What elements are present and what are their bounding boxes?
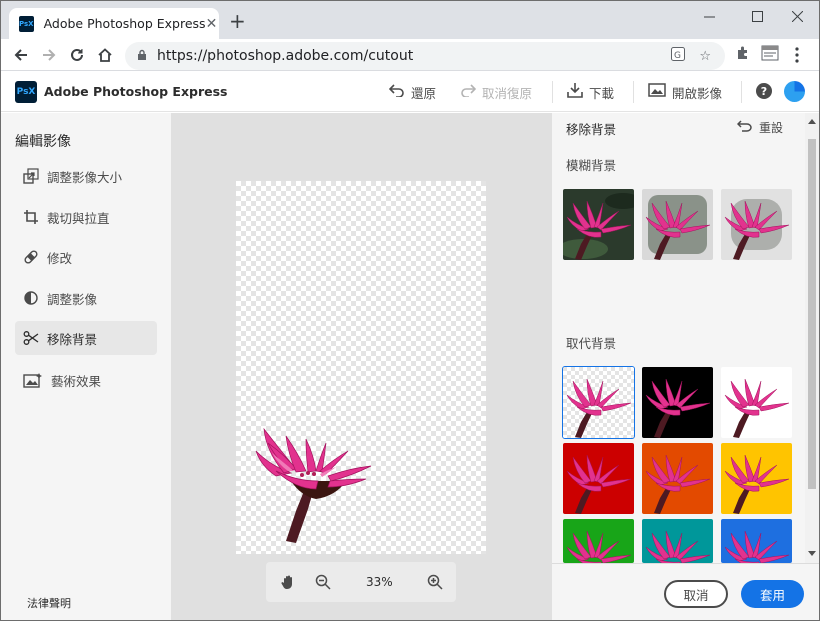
scroll-up-icon[interactable] — [808, 119, 816, 124]
tab-close-icon[interactable]: ✕ — [206, 16, 218, 32]
download-label: 下載 — [589, 85, 615, 101]
divider — [633, 81, 634, 103]
lock-icon — [137, 49, 147, 64]
profile-extension-icon[interactable] — [761, 45, 779, 65]
zoom-level: 33% — [366, 575, 393, 589]
url-text: https://photoshop.adobe.com/cutout — [157, 48, 414, 64]
reset-button[interactable]: 重設 — [736, 119, 784, 136]
sidebar-item-label: 裁切與拉直 — [47, 210, 110, 226]
sidebar-item-resize[interactable]: 調整影像大小 — [15, 159, 157, 193]
divider — [741, 81, 742, 103]
replace-option-000000[interactable] — [642, 367, 713, 438]
cancel-button[interactable]: 取消 — [664, 580, 728, 608]
divider — [552, 81, 553, 103]
edit-sidebar: 編輯影像 調整影像大小 裁切與拉直 修改 調整影像 移除背景 藝術效果 法律聲明 — [1, 113, 171, 620]
sidebar-item-remove-background[interactable]: 移除背景 — [15, 321, 157, 355]
zoom-in-icon[interactable] — [427, 574, 443, 594]
replace-option-cc0000[interactable] — [563, 443, 634, 514]
avatar[interactable] — [784, 81, 805, 102]
browser-tab[interactable]: PsX Adobe Photoshop Express ✕ — [9, 8, 219, 39]
zoom-out-icon[interactable] — [315, 574, 331, 594]
blur-option-dark-photo[interactable] — [563, 189, 634, 260]
reload-icon[interactable] — [65, 43, 89, 67]
replace-option-transparent[interactable] — [562, 366, 635, 439]
sidebar-item-adjust[interactable]: 調整影像 — [15, 281, 157, 315]
sidebar-item-label: 調整影像大小 — [47, 169, 123, 185]
art-effects-icon — [23, 372, 43, 388]
tab-strip: PsX Adobe Photoshop Express ✕ + — [1, 1, 819, 39]
transparent-canvas[interactable] — [236, 181, 486, 554]
image-icon — [648, 83, 666, 101]
sidebar-item-label: 調整影像 — [47, 291, 98, 307]
undo-label: 還原 — [411, 85, 437, 101]
panel-footer: 取消 套用 — [552, 563, 819, 620]
back-icon[interactable] — [9, 43, 33, 67]
reset-icon — [736, 120, 753, 135]
replace-option-18a518[interactable] — [563, 519, 634, 563]
scissors-icon — [23, 330, 39, 346]
browser-menu-icon[interactable] — [795, 47, 799, 67]
blur-option-strong-blur[interactable] — [721, 189, 792, 260]
undo-button[interactable]: 還原 — [388, 82, 437, 102]
help-icon[interactable]: ? — [756, 83, 772, 99]
remove-background-panel: 移除背景 重設 模糊背景 取代背景 取消 套用 — [552, 113, 819, 620]
replace-option-ffffff[interactable] — [721, 367, 792, 438]
sidebar-item-crop[interactable]: 裁切與拉直 — [15, 200, 157, 234]
replace-option-00979a[interactable] — [642, 519, 713, 563]
reset-label: 重設 — [759, 121, 784, 135]
blur-section-label: 模糊背景 — [566, 158, 617, 173]
sidebar-item-retouch[interactable]: 修改 — [15, 240, 157, 274]
open-image-button[interactable]: 開啟影像 — [648, 82, 722, 102]
sidebar-item-label: 藝術效果 — [51, 373, 102, 389]
browser-window: PsX Adobe Photoshop Express ✕ + https://… — [0, 0, 820, 621]
redo-icon — [460, 83, 477, 101]
bandage-icon — [23, 249, 39, 265]
zoom-toolbar: 33% — [266, 562, 456, 602]
open-image-label: 開啟影像 — [672, 85, 723, 101]
replace-option-ffc400[interactable] — [721, 443, 792, 514]
replace-section-label: 取代背景 — [566, 336, 617, 351]
crop-icon — [23, 209, 39, 225]
sidebar-item-label: 移除背景 — [47, 331, 98, 347]
legal-link[interactable]: 法律聲明 — [27, 595, 71, 611]
svg-text:G: G — [674, 51, 681, 61]
redo-button[interactable]: 取消復原 — [460, 82, 532, 102]
sidebar-title: 編輯影像 — [15, 134, 71, 150]
forward-icon[interactable] — [37, 43, 61, 67]
blur-option-medium-blur[interactable] — [642, 189, 713, 260]
home-icon[interactable] — [93, 43, 117, 67]
photoshop-favicon: PsX — [19, 15, 34, 32]
resize-icon — [23, 168, 39, 184]
canvas-area: 33% — [171, 113, 552, 620]
redo-label: 取消復原 — [482, 85, 533, 101]
bookmark-star-icon[interactable]: ☆ — [699, 49, 711, 64]
panel-scrollbar[interactable] — [805, 113, 819, 563]
photoshop-express-logo: PsX — [15, 81, 37, 103]
new-tab-icon[interactable]: + — [229, 11, 246, 31]
download-button[interactable]: 下載 — [567, 82, 614, 102]
maximize-icon[interactable] — [735, 1, 779, 31]
adjust-icon — [23, 290, 39, 306]
apply-button[interactable]: 套用 — [741, 580, 804, 608]
tab-title: Adobe Photoshop Express — [43, 16, 206, 31]
window-close-icon[interactable] — [775, 1, 819, 31]
sidebar-item-art-effects[interactable]: 藝術效果 — [15, 363, 157, 397]
panel-title: 移除背景 — [566, 122, 617, 137]
app-name: Adobe Photoshop Express — [44, 84, 228, 99]
translate-icon[interactable]: G — [671, 47, 686, 65]
undo-icon — [388, 83, 405, 101]
replace-option-e34a00[interactable] — [642, 443, 713, 514]
browser-toolbar: https://photoshop.adobe.com/cutout G ☆ — [1, 39, 819, 71]
hand-tool-icon[interactable] — [280, 574, 296, 594]
lotus-cutout — [255, 427, 372, 543]
address-bar[interactable]: https://photoshop.adobe.com/cutout G ☆ — [125, 42, 725, 70]
scrollbar-thumb[interactable] — [808, 139, 816, 489]
scroll-down-icon[interactable] — [808, 551, 816, 556]
download-icon — [567, 82, 583, 102]
app-header: PsX Adobe Photoshop Express 還原 取消復原 下載 開… — [1, 72, 819, 112]
minimize-icon[interactable] — [687, 1, 731, 31]
replace-option-1e6fe0[interactable] — [721, 519, 792, 563]
extensions-icon[interactable] — [735, 45, 751, 65]
sidebar-item-label: 修改 — [47, 250, 73, 266]
